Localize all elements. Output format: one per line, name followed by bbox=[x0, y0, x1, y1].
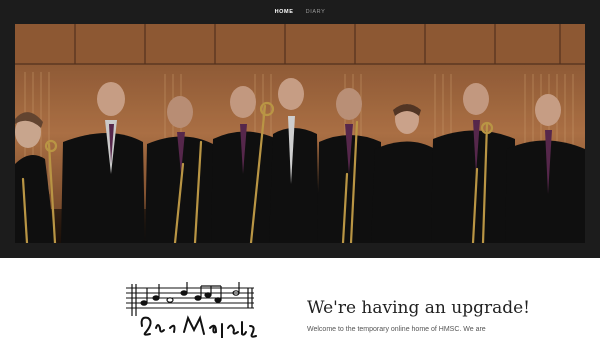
hero-photo-illustration bbox=[15, 24, 585, 243]
intro-paragraph: Welcome to the temporary online home of … bbox=[307, 326, 486, 333]
page-headline: We're having an upgrade! bbox=[307, 298, 531, 318]
hmsc-logo bbox=[120, 280, 260, 339]
hero-photo bbox=[15, 24, 585, 243]
nav-item-diary[interactable]: DIARY bbox=[306, 9, 326, 15]
main-nav: HOME DIARY bbox=[0, 9, 600, 15]
music-staff-logo-icon bbox=[126, 280, 257, 339]
nav-item-home[interactable]: HOME bbox=[275, 9, 294, 15]
